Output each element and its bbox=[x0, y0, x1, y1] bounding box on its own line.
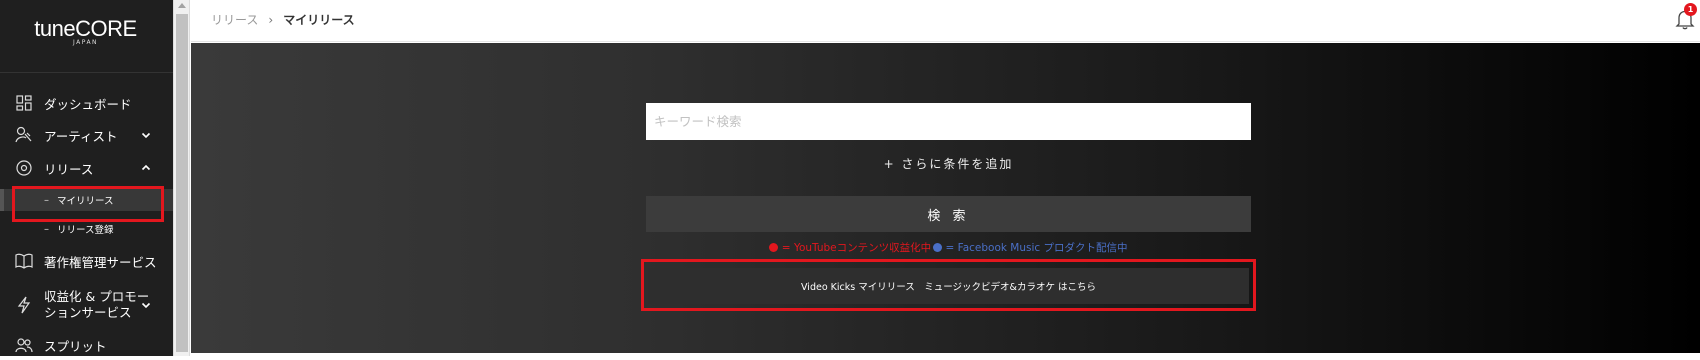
sidebar-item-copyright[interactable]: 著作権管理サービス bbox=[0, 246, 173, 276]
sidebar-item-monetize-promotion[interactable]: 収益化 & プロモー ションサービス bbox=[0, 287, 173, 323]
sidebar-item-dashboard[interactable]: ダッシュボード bbox=[0, 88, 173, 118]
sidebar-item-label: スプリット bbox=[44, 338, 107, 354]
book-icon bbox=[15, 252, 33, 270]
dashboard-icon bbox=[15, 94, 33, 112]
artist-icon bbox=[15, 126, 33, 144]
facebook-dot-icon bbox=[933, 243, 943, 252]
lightning-icon bbox=[15, 296, 33, 314]
sidebar-subitem-release-register[interactable]: – リリース登録 bbox=[0, 218, 173, 240]
top-header: リリース › マイリリース 1 bbox=[191, 0, 1700, 42]
scroll-thumb[interactable] bbox=[176, 14, 188, 352]
notification-count-badge: 1 bbox=[1684, 3, 1697, 16]
breadcrumb-current: マイリリース bbox=[283, 13, 355, 27]
users-icon bbox=[15, 336, 33, 354]
sub-item-label: リリース登録 bbox=[57, 225, 114, 236]
breadcrumb: リリース › マイリリース bbox=[211, 11, 355, 28]
chevron-down-icon[interactable] bbox=[139, 128, 153, 142]
legend-youtube-text: = YouTubeコンテンツ収益化中 bbox=[778, 242, 932, 254]
sidebar-item-label-line2: ションサービス bbox=[44, 305, 132, 320]
scroll-up-arrow-icon[interactable] bbox=[178, 3, 186, 8]
sidebar-item-label: 収益化 & プロモー ションサービス bbox=[44, 289, 149, 321]
main-search-panel: + さらに条件を追加 検 索 = YouTubeコンテンツ収益化中 = Face… bbox=[191, 43, 1700, 353]
add-condition-link[interactable]: + さらに条件を追加 bbox=[646, 155, 1251, 172]
search-button[interactable]: 検 索 bbox=[646, 196, 1251, 232]
sidebar-item-artist[interactable]: アーティスト bbox=[0, 120, 173, 150]
sidebar-item-label: アーティスト bbox=[44, 128, 118, 144]
sidebar-item-label-line1: 収益化 & プロモー bbox=[44, 289, 150, 304]
sidebar: tuneCORE JAPAN ダッシュボード アーティスト リリース – マイリ… bbox=[0, 0, 173, 356]
sidebar-item-release[interactable]: リリース bbox=[0, 153, 173, 183]
logo-core-text: CORE bbox=[75, 16, 137, 41]
legend-facebook-text: = Facebook Music プロダクト配信中 bbox=[942, 242, 1128, 254]
sidebar-item-label: リリース bbox=[44, 161, 94, 177]
sidebar-item-label: 著作権管理サービス bbox=[44, 254, 157, 270]
videokicks-my-release-button[interactable]: Video Kicks マイリリース ミュージックビデオ&カラオケ はこちら bbox=[648, 268, 1249, 304]
release-disc-icon bbox=[15, 159, 33, 177]
sub-item-label: マイリリース bbox=[57, 196, 114, 207]
sidebar-scrollbar[interactable] bbox=[173, 0, 190, 356]
breadcrumb-separator: › bbox=[268, 12, 274, 27]
breadcrumb-release-link[interactable]: リリース bbox=[211, 11, 258, 28]
sub-item-dash: – bbox=[44, 223, 49, 235]
chevron-down-icon[interactable] bbox=[139, 298, 153, 312]
sidebar-divider bbox=[0, 72, 173, 73]
chevron-up-icon[interactable] bbox=[139, 161, 153, 175]
tunecore-logo[interactable]: tuneCORE JAPAN bbox=[28, 16, 143, 50]
sub-item-dash: – bbox=[44, 194, 49, 206]
logo-main-text: tune bbox=[34, 16, 76, 41]
sidebar-item-label: ダッシュボード bbox=[44, 96, 132, 112]
keyword-search-input[interactable] bbox=[646, 103, 1251, 140]
sidebar-subitem-my-release[interactable]: – マイリリース bbox=[0, 189, 173, 211]
monetization-legend: = YouTubeコンテンツ収益化中 = Facebook Music プロダク… bbox=[646, 240, 1251, 255]
